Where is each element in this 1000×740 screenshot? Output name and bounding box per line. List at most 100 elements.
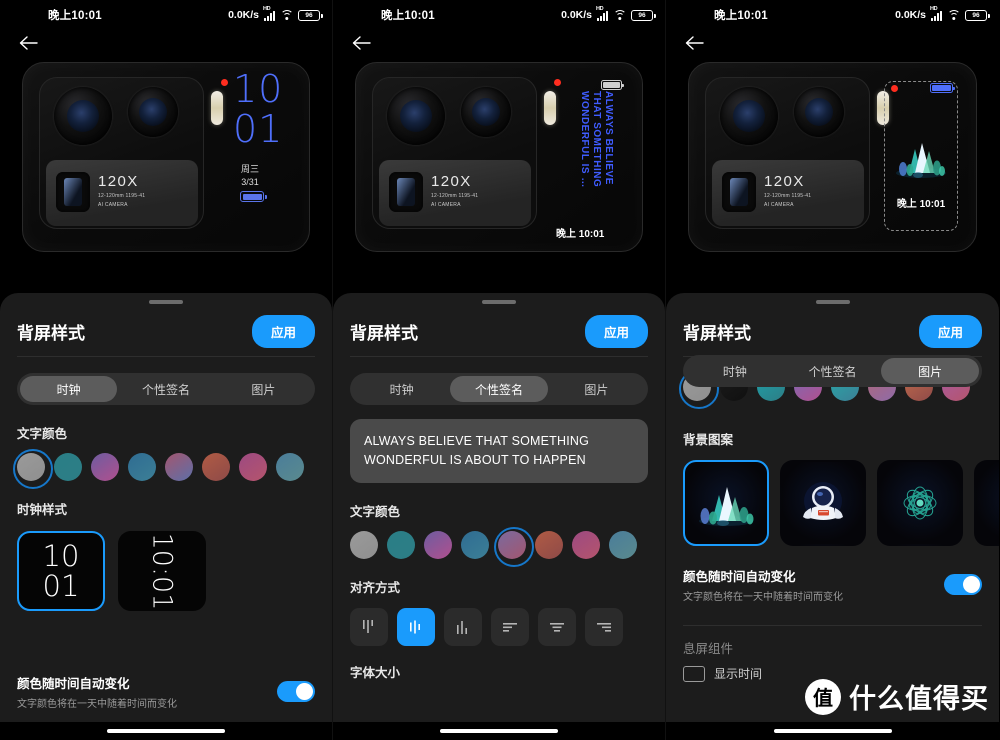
color-swatch[interactable] bbox=[128, 453, 156, 481]
header-divider bbox=[350, 356, 648, 357]
home-indicator[interactable] bbox=[666, 722, 999, 740]
camera-spec-line1: 12-120mm 1195-41 bbox=[98, 192, 146, 199]
rear-clock-minute: 01 bbox=[233, 107, 284, 151]
tab-signature[interactable]: 个性签名 bbox=[450, 376, 548, 402]
wifi-icon bbox=[613, 9, 626, 21]
align-left-icon[interactable] bbox=[491, 608, 529, 646]
auto-color-row-picture[interactable]: 颜色随时间自动变化 文字颜色将在一天中随着时间而变化 bbox=[666, 566, 999, 603]
navigation-bar bbox=[0, 30, 332, 58]
color-swatch[interactable] bbox=[572, 531, 600, 559]
battery-icon: 96 bbox=[298, 9, 323, 21]
mountain-art-icon bbox=[699, 487, 754, 526]
auto-color-toggle[interactable] bbox=[277, 681, 315, 702]
signal-icon: HD bbox=[596, 6, 608, 21]
camera-spec-line1: 12-120mm 1195-41 bbox=[764, 192, 812, 199]
sheet-header: 背屏样式 应用 bbox=[666, 304, 999, 350]
hd-label: HD bbox=[930, 5, 938, 12]
tab-clock[interactable]: 时钟 bbox=[20, 376, 118, 402]
camera-lens-wide bbox=[720, 87, 778, 145]
color-swatch[interactable] bbox=[609, 531, 637, 559]
status-time: 晚上10:01 bbox=[48, 10, 102, 22]
tab-picture[interactable]: 图片 bbox=[215, 376, 312, 402]
align-vertical-middle-icon[interactable] bbox=[397, 608, 435, 646]
camera-spec-line1: 12-120mm 1195-41 bbox=[431, 192, 479, 199]
battery-level: 96 bbox=[638, 11, 646, 19]
device-preview-clock: 120X 12-120mm 1195-41 AI CAMERA 10 01 周三 bbox=[22, 62, 310, 252]
clock-style-card-rotated[interactable]: 10:01 bbox=[118, 531, 206, 611]
apply-button[interactable]: 应用 bbox=[584, 314, 648, 348]
camera-lens-ultrawide bbox=[128, 87, 178, 137]
color-swatch[interactable] bbox=[424, 531, 452, 559]
style-sheet-picture: 背屏样式 应用 时钟 个性签名 图片 背景图案 颜色随时间自动变化 文字颜色将在… bbox=[666, 293, 999, 740]
style-sheet-clock: 背屏样式 应用 时钟 个性签名 图片 文字颜色 时钟样式 10 01 10:01… bbox=[0, 293, 332, 740]
style-tabs: 时钟 个性签名 图片 bbox=[350, 373, 648, 405]
apply-button[interactable]: 应用 bbox=[251, 314, 315, 348]
rear-battery-icon bbox=[601, 80, 624, 90]
auto-color-row-clock[interactable]: 颜色随时间自动变化 文字颜色将在一天中随着时间而变化 bbox=[0, 673, 332, 710]
color-swatch[interactable] bbox=[239, 453, 267, 481]
wifi-icon bbox=[280, 9, 293, 21]
camera-text-block: 120X 12-120mm 1195-41 AI CAMERA bbox=[98, 173, 145, 210]
camera-lens-telephoto bbox=[722, 172, 756, 212]
auto-color-toggle[interactable] bbox=[944, 574, 982, 595]
record-dot-icon bbox=[554, 79, 561, 86]
tab-clock[interactable]: 时钟 bbox=[353, 376, 450, 402]
battery-icon: 96 bbox=[965, 9, 990, 21]
camera-zoom-label: 120X bbox=[431, 173, 472, 190]
pattern-thumb-flower-blue[interactable] bbox=[974, 460, 999, 546]
tab-picture[interactable]: 图片 bbox=[881, 358, 980, 384]
home-indicator[interactable] bbox=[0, 722, 332, 740]
hd-label: HD bbox=[263, 5, 271, 12]
auto-color-subtitle: 文字颜色将在一天中随着时间而变化 bbox=[683, 592, 843, 603]
color-swatch[interactable] bbox=[461, 531, 489, 559]
watermark: 值 什么值得买 bbox=[805, 677, 989, 716]
camera-lens-telephoto bbox=[56, 172, 90, 212]
camera-text-block: 120X 12-120mm 1195-41 AI CAMERA bbox=[431, 173, 478, 210]
color-swatch[interactable] bbox=[91, 453, 119, 481]
rear-clock-hour: 10 bbox=[233, 67, 284, 111]
tab-signature[interactable]: 个性签名 bbox=[784, 358, 882, 384]
rear-battery-icon bbox=[240, 191, 267, 202]
tab-picture[interactable]: 图片 bbox=[548, 376, 645, 402]
color-swatch[interactable] bbox=[13, 449, 53, 489]
home-indicator[interactable] bbox=[333, 722, 665, 740]
rear-signature-time: 晚上 10:01 bbox=[556, 229, 605, 240]
color-swatch[interactable] bbox=[387, 531, 415, 559]
signature-input[interactable]: ALWAYS BELIEVE THAT SOMETHING WONDERFUL … bbox=[350, 419, 648, 483]
background-pattern-options bbox=[683, 460, 999, 546]
apply-button[interactable]: 应用 bbox=[918, 314, 982, 348]
camera-plate: 120X 12-120mm 1195-41 AI CAMERA bbox=[712, 160, 864, 226]
align-vertical-bottom-icon[interactable] bbox=[444, 608, 482, 646]
back-icon[interactable] bbox=[18, 34, 38, 52]
signature-line-3: WONDERFUL IS … bbox=[579, 91, 590, 188]
tab-clock[interactable]: 时钟 bbox=[686, 358, 784, 384]
device-preview-signature: 120X 12-120mm 1195-41 AI CAMERA ALWAYS B… bbox=[355, 62, 643, 252]
color-swatch[interactable] bbox=[494, 527, 534, 567]
signal-icon: HD bbox=[930, 6, 942, 21]
color-swatch[interactable] bbox=[350, 531, 378, 559]
camera-lens-ultrawide bbox=[794, 87, 844, 137]
pattern-thumb-astronaut[interactable] bbox=[780, 460, 866, 546]
pattern-thumb-mountain[interactable] bbox=[683, 460, 769, 546]
aod-widget-label: 息屏组件 bbox=[683, 642, 734, 656]
color-swatch[interactable] bbox=[202, 453, 230, 481]
color-swatch[interactable] bbox=[54, 453, 82, 481]
color-swatch[interactable] bbox=[535, 531, 563, 559]
tab-signature[interactable]: 个性签名 bbox=[117, 376, 214, 402]
align-center-icon[interactable] bbox=[538, 608, 576, 646]
back-icon[interactable] bbox=[684, 34, 704, 52]
network-speed: 0.0K/s bbox=[561, 9, 592, 21]
align-right-icon[interactable] bbox=[585, 608, 623, 646]
text-color-swatches-signature bbox=[350, 527, 665, 567]
color-swatch[interactable] bbox=[165, 453, 193, 481]
network-speed: 0.0K/s bbox=[228, 9, 259, 21]
back-icon[interactable] bbox=[351, 34, 371, 52]
pattern-thumb-flower-teal[interactable] bbox=[877, 460, 963, 546]
align-vertical-top-icon[interactable] bbox=[350, 608, 388, 646]
network-speed: 0.0K/s bbox=[895, 9, 926, 21]
wifi-icon bbox=[947, 9, 960, 21]
align-label: 对齐方式 bbox=[350, 581, 401, 595]
clock-style-card-stacked[interactable]: 10 01 bbox=[17, 531, 105, 611]
color-swatch[interactable] bbox=[276, 453, 304, 481]
astronaut-art-icon bbox=[803, 482, 843, 520]
